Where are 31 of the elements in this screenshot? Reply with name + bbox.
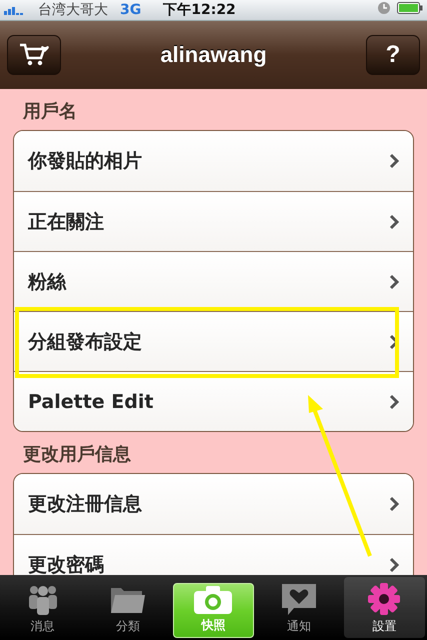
settings-row[interactable]: 你發貼的相片 — [14, 131, 413, 191]
chevron-icon — [389, 153, 399, 169]
chevron-icon — [389, 394, 399, 410]
cart-button[interactable] — [7, 35, 61, 75]
tab-bar-item[interactable]: 通知 — [258, 577, 340, 638]
settings-row[interactable]: 粉絲 — [14, 251, 413, 311]
chevron-icon — [389, 274, 399, 290]
camera-icon — [193, 585, 234, 615]
tab-bar-item[interactable]: 分類 — [87, 577, 169, 638]
help-button[interactable]: ? — [366, 35, 420, 75]
tab-bar-item[interactable]: 消息 — [2, 577, 84, 638]
settings-row[interactable]: 更改密碼 — [14, 534, 413, 575]
heart-bubble-icon — [280, 582, 318, 616]
chevron-icon — [389, 214, 399, 230]
alarm-clock-icon — [377, 1, 391, 15]
settings-row[interactable]: Palette Edit — [14, 371, 413, 431]
section-header: 更改用戶信息 — [22, 443, 132, 467]
battery-icon — [397, 2, 423, 14]
section-header: 用戶名 — [22, 100, 78, 124]
chevron-icon — [389, 496, 399, 512]
tab-bar-item[interactable]: 設置 — [344, 577, 425, 638]
network-type: 3G — [120, 2, 142, 18]
cart-heart-icon — [18, 42, 50, 68]
settings-row[interactable]: 正在關注 — [14, 191, 413, 251]
settings-row[interactable]: 分組發布設定 — [14, 311, 413, 371]
chevron-icon — [389, 556, 399, 572]
status-time: 下午12:22 — [163, 1, 236, 19]
carrier-name: 台湾大哥大 — [38, 1, 108, 19]
settings-row[interactable]: 更改注冊信息 — [14, 474, 413, 534]
nav-title: alinawang — [160, 42, 267, 68]
gear-icon — [367, 582, 402, 616]
